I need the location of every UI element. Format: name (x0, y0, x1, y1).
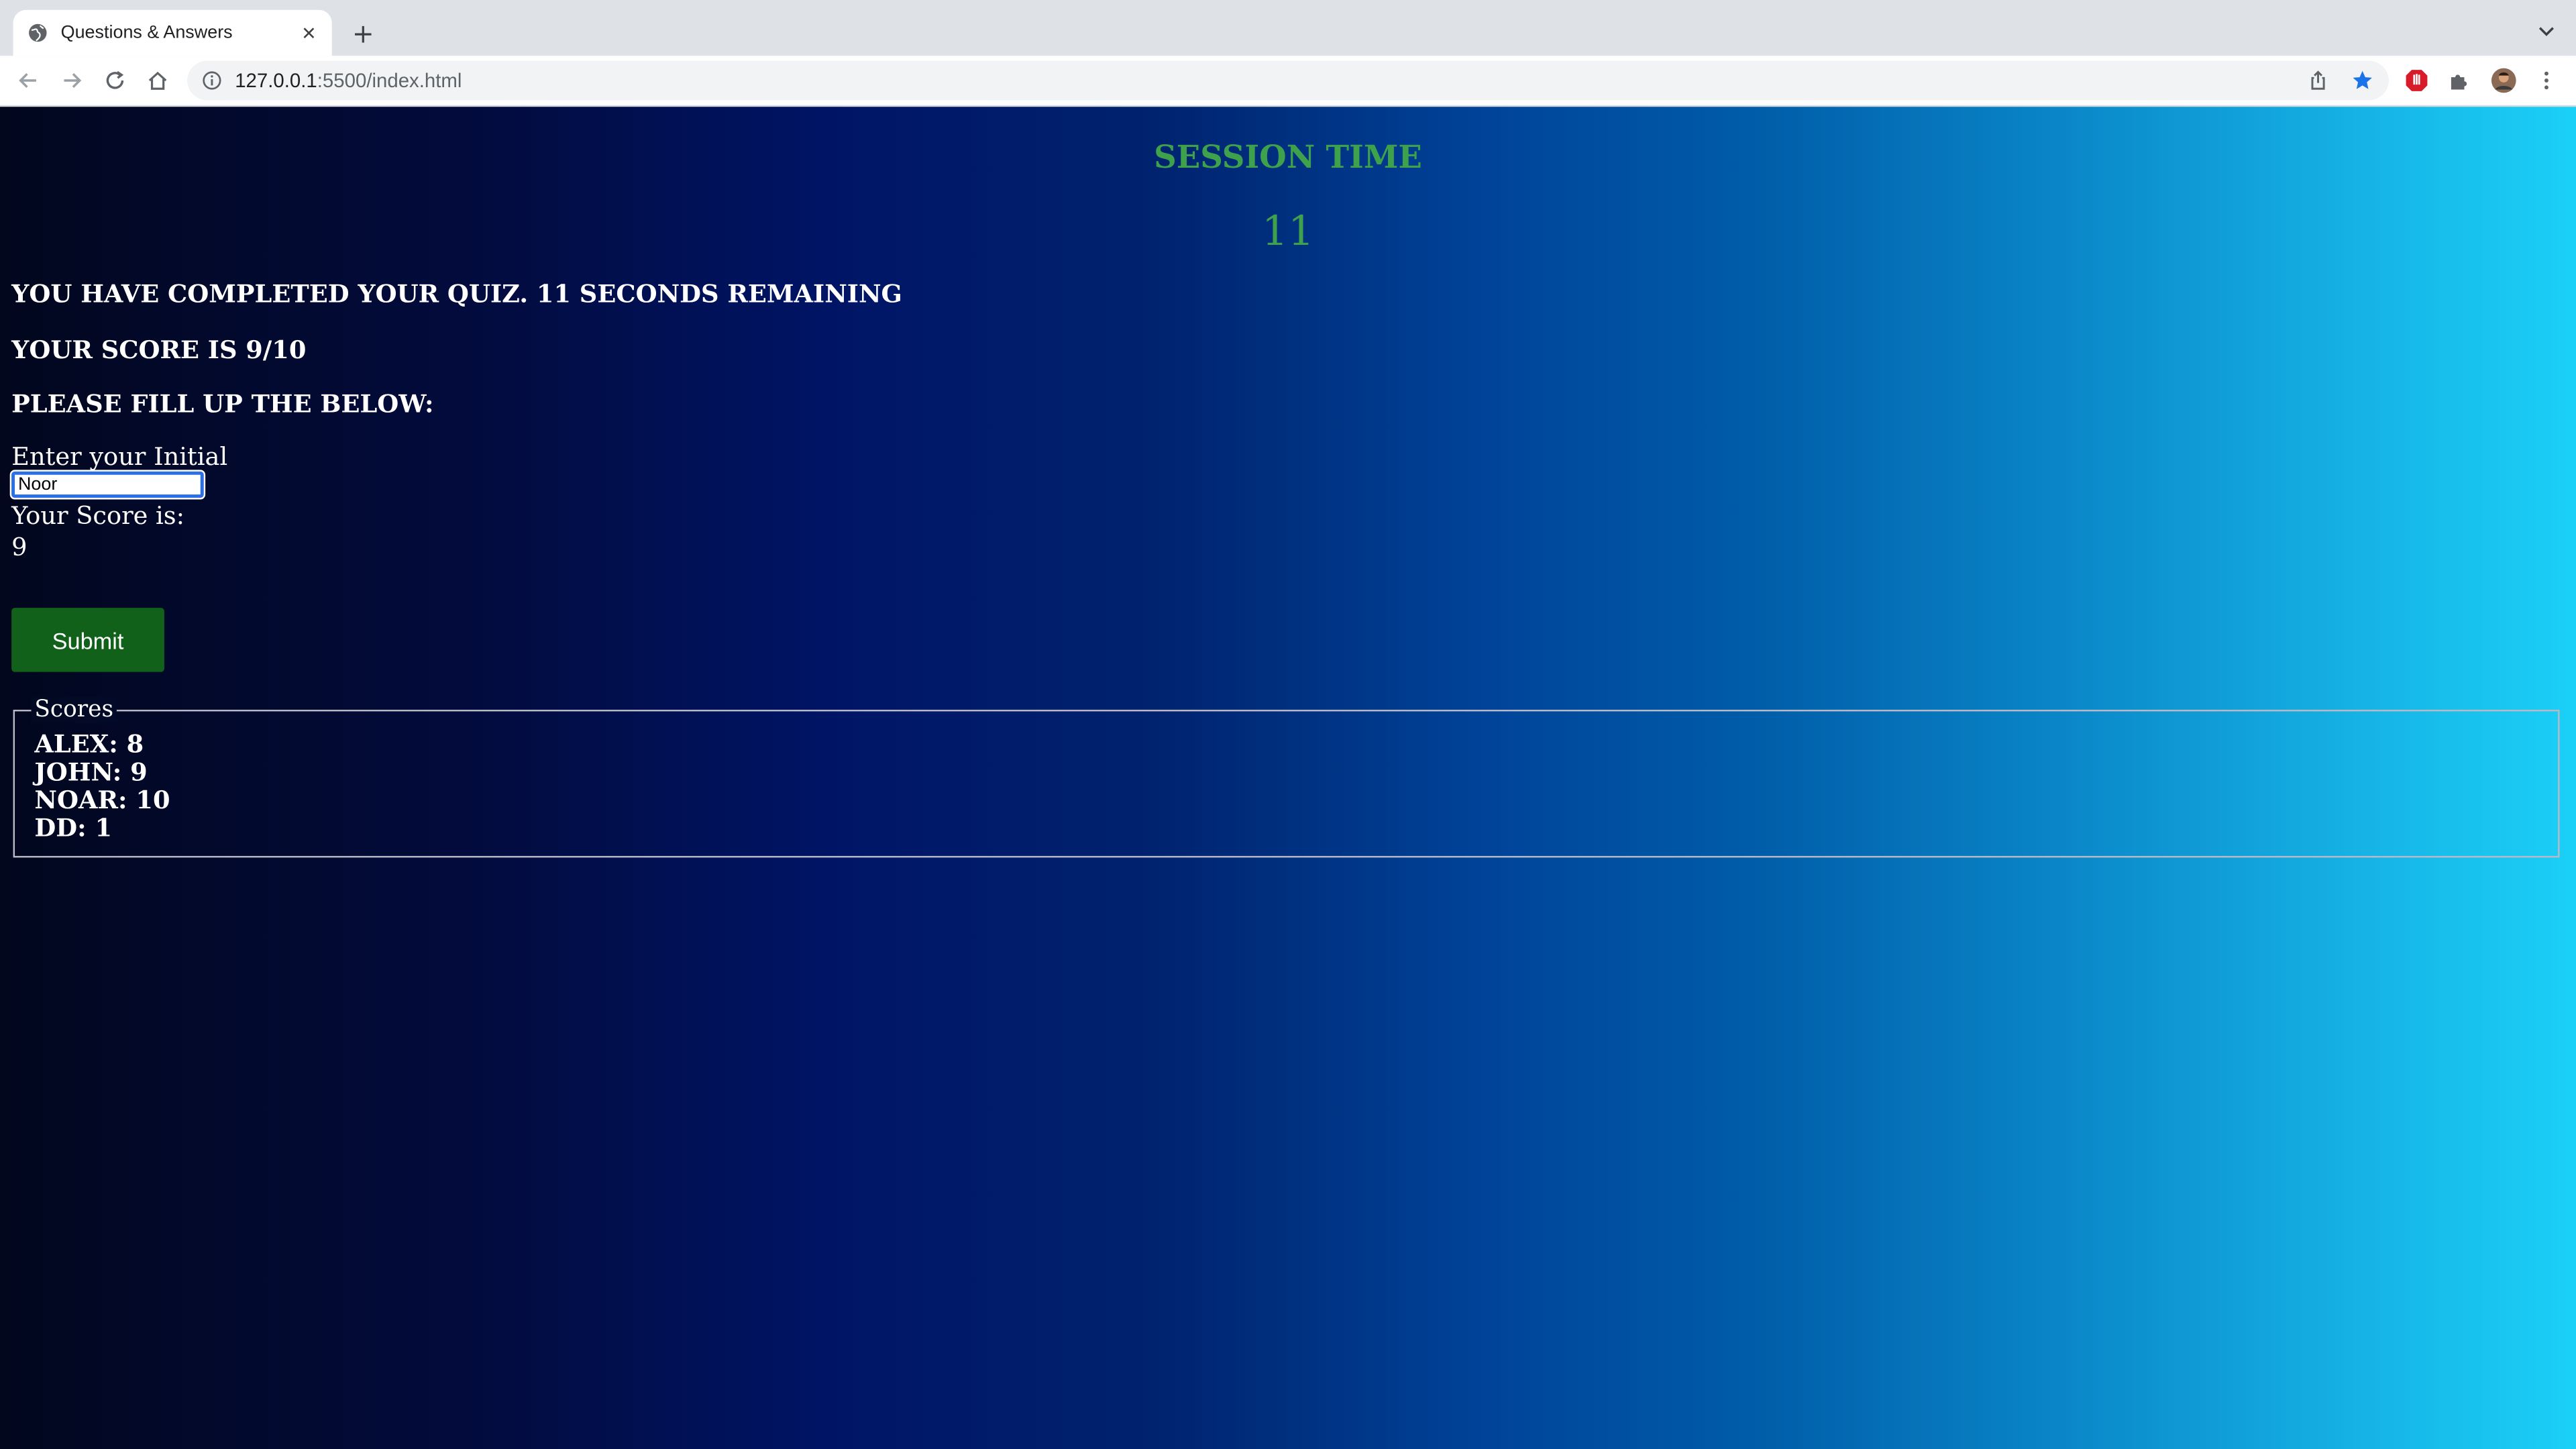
submit-button[interactable]: Submit (11, 608, 164, 672)
scores-list: ALEX: 8 JOHN: 9 NOAR: 10 DD: 1 (34, 731, 170, 843)
site-info-icon[interactable] (201, 69, 223, 92)
extensions-puzzle-icon[interactable] (2445, 66, 2474, 95)
forward-icon[interactable] (58, 66, 87, 95)
score-entry: DD: 1 (34, 813, 113, 843)
url-host: 127.0.0.1 (235, 68, 317, 93)
score-message: YOUR SCORE IS 9/10 (11, 335, 307, 365)
tab-search-chevron-icon[interactable] (2533, 18, 2559, 44)
browser-tab[interactable]: Questions & Answers ✕ (13, 9, 332, 56)
session-timer: 11 (1262, 207, 1314, 255)
close-tab-icon[interactable]: ✕ (296, 19, 322, 46)
profile-avatar-icon[interactable] (2489, 66, 2518, 95)
completion-message: YOU HAVE COMPLETED YOUR QUIZ. 11 SECONDS… (11, 279, 902, 309)
initial-label: Enter your Initial (11, 441, 228, 472)
score-entry: ALEX: 8 (34, 729, 144, 759)
back-icon[interactable] (13, 66, 43, 95)
address-bar[interactable]: 127.0.0.1:5500/index.html (187, 60, 2389, 101)
globe-icon (28, 23, 48, 42)
score-entry: NOAR: 10 (34, 785, 170, 815)
reload-icon[interactable] (100, 66, 129, 95)
scores-legend: Scores (31, 696, 117, 723)
adblock-extension-icon[interactable] (2402, 66, 2431, 95)
score-entry: JOHN: 9 (34, 757, 148, 788)
browser-toolbar: 127.0.0.1:5500/index.html (0, 56, 2576, 107)
scores-fieldset: Scores ALEX: 8 JOHN: 9 NOAR: 10 DD: 1 (13, 696, 2560, 858)
score-label: Your Score is: (11, 500, 185, 531)
bookmark-star-icon[interactable] (2348, 66, 2377, 95)
fill-instruction: PLEASE FILL UP THE BELOW: (11, 389, 434, 419)
score-value: 9 (11, 532, 28, 562)
new-tab-icon[interactable]: + (348, 17, 378, 49)
home-icon[interactable] (143, 66, 172, 95)
browser-menu-icon[interactable] (2532, 66, 2561, 95)
quiz-page: SESSION TIME 11 YOU HAVE COMPLETED YOUR … (0, 107, 2576, 1449)
share-icon[interactable] (2303, 66, 2332, 95)
url-path: :5500/index.html (317, 68, 462, 93)
tab-strip: Questions & Answers ✕ + (0, 0, 2576, 56)
session-time-heading: SESSION TIME (1154, 140, 1422, 176)
initial-input[interactable]: Noor (9, 470, 206, 500)
tab-title: Questions & Answers (60, 23, 233, 43)
